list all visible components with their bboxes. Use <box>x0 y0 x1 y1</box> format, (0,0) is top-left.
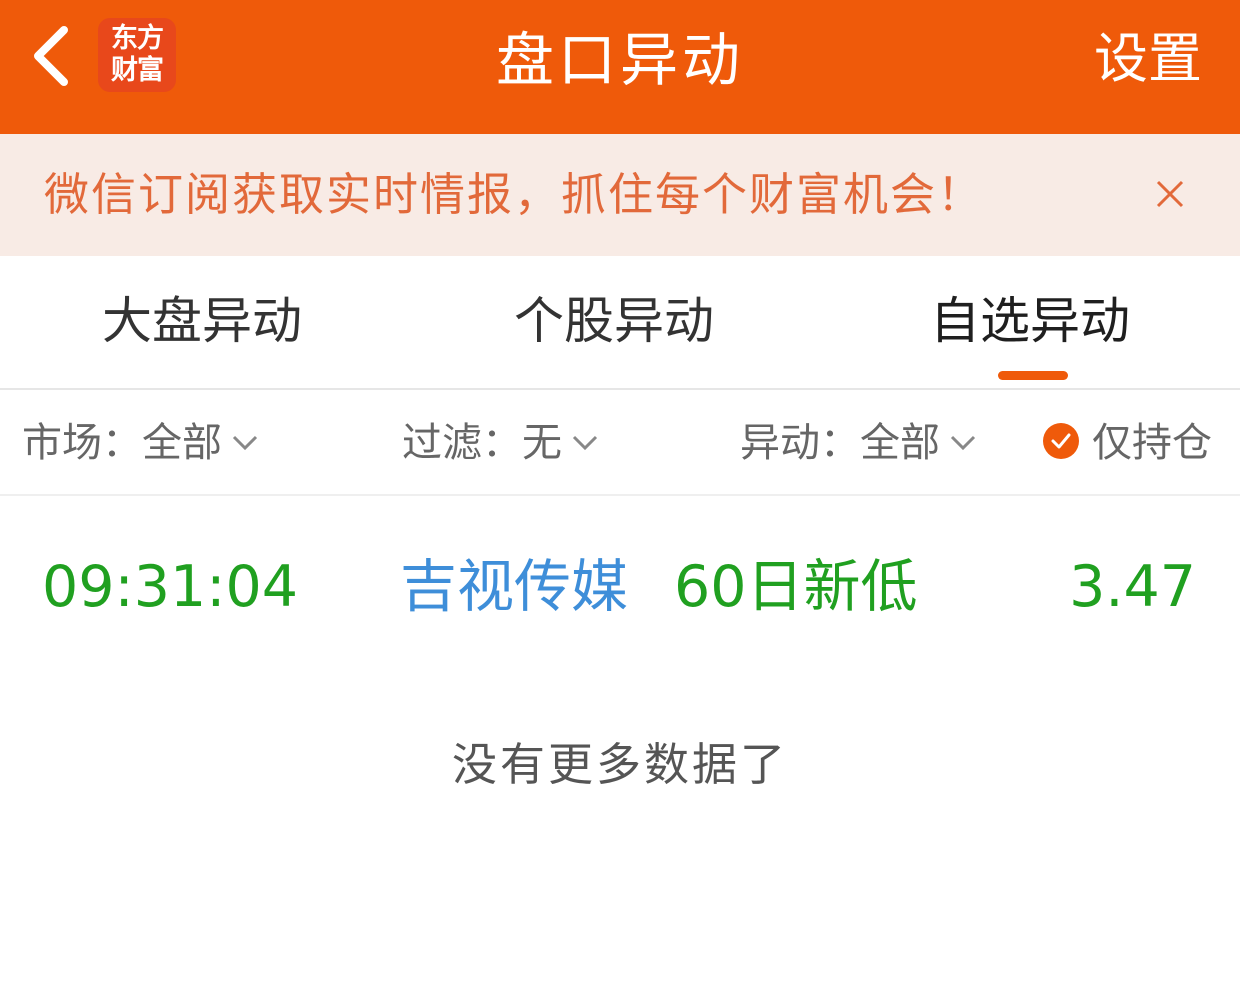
filter-dropdown[interactable]: 过滤：无 <box>402 390 600 496</box>
tab-watchlist-changes[interactable]: 自选异动 <box>930 286 1130 356</box>
change-time: 09:31:04 <box>42 554 298 620</box>
filter-label: 过滤：无 <box>402 420 562 466</box>
chevron-down-icon <box>950 435 976 451</box>
stock-price: 3.47 <box>1069 554 1196 620</box>
subscribe-banner[interactable]: 微信订阅获取实时情报，抓住每个财富机会！ <box>0 134 1240 256</box>
filter-bar: 市场：全部 过滤：无 异动：全部 仅持仓 <box>0 390 1240 496</box>
banner-close-button[interactable] <box>1148 172 1192 216</box>
chevron-down-icon <box>572 435 598 451</box>
change-type-dropdown[interactable]: 异动：全部 <box>740 390 978 496</box>
market-filter-dropdown[interactable]: 市场：全部 <box>22 390 260 496</box>
top-app-bar: 东方 财富 盘口异动 设置 <box>0 0 1240 134</box>
holdings-only-label: 仅持仓 <box>1092 420 1212 466</box>
settings-button[interactable]: 设置 <box>1094 0 1202 118</box>
list-item[interactable]: 09:31:04 吉视传媒 60日新低 3.47 <box>0 498 1240 678</box>
holdings-only-checkbox[interactable]: 仅持仓 <box>1042 390 1212 496</box>
change-event: 60日新低 <box>674 554 918 620</box>
active-tab-indicator <box>998 371 1068 380</box>
tab-bar: 大盘异动 个股异动 自选异动 <box>0 256 1240 390</box>
no-more-data-text: 没有更多数据了 <box>451 738 788 791</box>
close-icon <box>1156 180 1184 208</box>
page-title: 盘口异动 <box>495 26 744 94</box>
tab-market-changes[interactable]: 大盘异动 <box>102 286 302 356</box>
chevron-down-icon <box>232 435 258 451</box>
change-type-label: 异动：全部 <box>740 420 940 466</box>
market-filter-label: 市场：全部 <box>22 420 222 466</box>
banner-text: 微信订阅获取实时情报，抓住每个财富机会！ <box>44 168 985 221</box>
check-circle-icon <box>1043 423 1079 459</box>
tab-stock-changes[interactable]: 个股异动 <box>514 286 714 356</box>
stock-name-link[interactable]: 吉视传媒 <box>400 552 628 622</box>
